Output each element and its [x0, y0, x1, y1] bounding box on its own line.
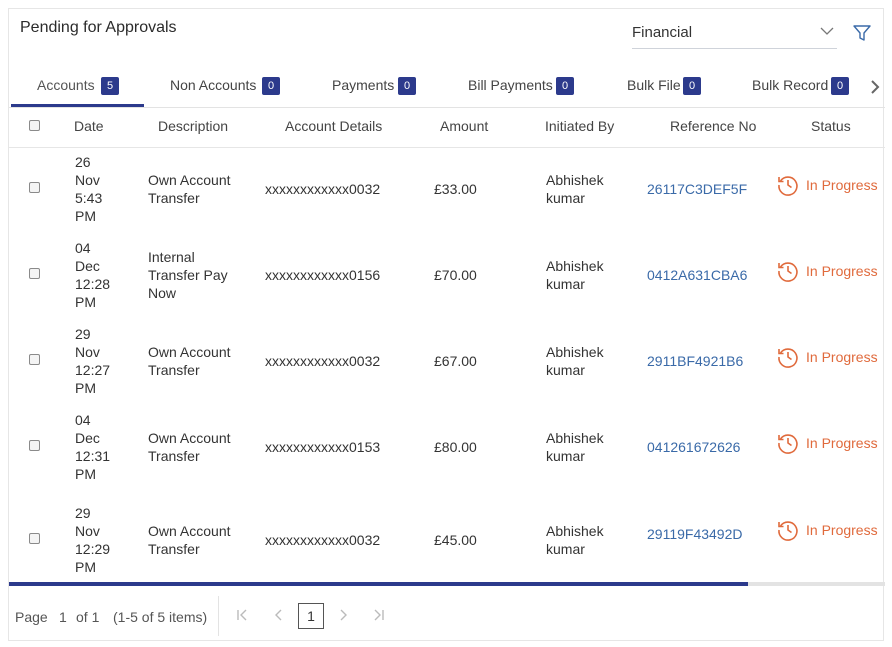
tab-label: Payments [332, 77, 395, 93]
description-cell: Own Account Transfer [148, 344, 231, 378]
account-cell: xxxxxxxxxxxx0156 [265, 267, 381, 283]
account-cell: xxxxxxxxxxxx0032 [265, 181, 381, 197]
tab-non-accounts[interactable]: Non Accounts 0 [169, 67, 289, 107]
next-page-icon[interactable] [335, 607, 351, 623]
tab-accounts[interactable]: Accounts 5 [11, 67, 144, 107]
reference-link[interactable]: 29119F43492D [647, 525, 742, 543]
reference-link[interactable]: 2911BF4921B6 [647, 352, 743, 370]
initiated-by-cell: Abhishek kumar [546, 430, 604, 464]
tab-bill-payments[interactable]: Bill Payments 0 [467, 67, 577, 107]
row-checkbox[interactable] [29, 533, 40, 544]
row-checkbox[interactable] [29, 268, 40, 279]
description-cell: Own Account Transfer [148, 523, 231, 557]
initiated-by-cell: Abhishek kumar [546, 344, 604, 378]
column-header-status: Status [811, 118, 851, 134]
tab-count-badge: 0 [262, 77, 280, 95]
date-cell: 29 Nov 12:29 PM [75, 505, 111, 575]
table-header: Date Description Account Details Amount … [9, 107, 885, 148]
column-header-reference-no: Reference No [670, 118, 757, 134]
table-row: 04 Dec 12:28 PM Internal Transfer Pay Now xxx… [9, 239, 885, 325]
tab-bulk-record[interactable]: Bulk Record 0 [751, 67, 851, 107]
chevron-down-icon [820, 27, 834, 35]
account-cell: xxxxxxxxxxxx0032 [265, 532, 381, 548]
date-cell: 04 Dec 12:31 PM [75, 412, 111, 482]
column-header-initiated-by: Initiated By [545, 118, 615, 134]
tab-count-badge: 5 [101, 77, 119, 95]
initiated-by-cell: Abhishek kumar [546, 172, 604, 206]
page-number-value: 1 [59, 609, 67, 625]
column-header-account-details: Account Details [285, 118, 383, 134]
reference-link[interactable]: 041261672626 [647, 438, 740, 456]
tab-label: Bulk File [627, 77, 681, 93]
amount-cell: £45.00 [434, 532, 477, 548]
initiated-by-cell: Abhishek kumar [546, 258, 604, 292]
tab-label: Non Accounts [170, 77, 257, 93]
clock-history-icon [778, 348, 798, 368]
clock-history-icon [778, 176, 798, 196]
initiated-by-cell: Abhishek kumar [546, 523, 604, 557]
amount-cell: £67.00 [434, 353, 477, 369]
reference-link[interactable]: 0412A631CBA6 [647, 266, 747, 284]
horizontal-scrollbar[interactable] [9, 582, 885, 586]
tab-bar: Accounts 5 Non Accounts 0 Payments 0 Bil… [9, 67, 885, 108]
tab-label: Accounts [37, 77, 95, 93]
column-header-description: Description [158, 118, 229, 134]
chevron-right-icon[interactable] [865, 77, 885, 97]
row-checkbox[interactable] [29, 182, 40, 193]
prev-page-icon[interactable] [271, 607, 287, 623]
date-cell: 04 Dec 12:28 PM [75, 240, 111, 310]
account-cell: xxxxxxxxxxxx0032 [265, 353, 381, 369]
page-title: Pending for Approvals [20, 19, 177, 36]
page-of-label: of 1 [76, 609, 100, 625]
tab-count-badge: 0 [398, 77, 416, 95]
last-page-icon[interactable] [371, 607, 387, 623]
category-select[interactable]: Financial [632, 15, 837, 49]
description-cell: Own Account Transfer [148, 430, 231, 464]
date-cell: 26 Nov 5:43 PM [75, 154, 103, 224]
table-row: 04 Dec 12:31 PM Own Account Transfer xxxxxxx… [9, 411, 885, 497]
category-select-value: Financial [632, 24, 693, 41]
description-cell: Own Account Transfer [148, 172, 231, 206]
clock-history-icon [778, 434, 798, 454]
amount-cell: £80.00 [434, 439, 477, 455]
page-label: Page [15, 609, 48, 625]
clock-history-icon [778, 521, 798, 541]
select-all-checkbox[interactable] [29, 120, 40, 131]
current-page-button[interactable]: 1 [298, 603, 324, 629]
column-header-amount: Amount [440, 118, 489, 134]
tab-count-badge: 0 [683, 77, 701, 95]
items-range-label: (1-5 of 5 items) [113, 609, 208, 625]
amount-cell: £70.00 [434, 267, 477, 283]
amount-cell: £33.00 [434, 181, 477, 197]
table-row: 26 Nov 5:43 PM Own Account Transfer xxxxxxxx… [9, 153, 885, 239]
approvals-panel: Pending for Approvals Financial Accounts… [8, 8, 885, 642]
table-row: 29 Nov 12:27 PM Own Account Transfer xxxxxxx… [9, 325, 885, 411]
column-header-date: Date [74, 118, 104, 134]
first-page-icon[interactable] [234, 607, 250, 623]
tab-bulk-file[interactable]: Bulk File 0 [626, 67, 706, 107]
clock-history-icon [778, 262, 798, 282]
date-cell: 29 Nov 12:27 PM [75, 326, 111, 396]
row-checkbox[interactable] [29, 440, 40, 451]
table-row: 29 Nov 12:29 PM Own Account Transfer xxxxxxx… [9, 504, 885, 582]
row-checkbox[interactable] [29, 354, 40, 365]
scrollbar-thumb[interactable] [9, 582, 748, 586]
description-cell: Internal Transfer Pay Now [148, 249, 228, 301]
tab-count-badge: 0 [556, 77, 574, 95]
tab-label: Bill Payments [468, 77, 553, 93]
reference-link[interactable]: 26117C3DEF5F [647, 180, 747, 198]
tab-label: Bulk Record [752, 77, 829, 93]
pagination: Page 1 of 1 (1-5 of 5 items) 1 [9, 587, 885, 642]
filter-icon[interactable] [852, 23, 872, 43]
tab-payments[interactable]: Payments 0 [331, 67, 421, 107]
tab-count-badge: 0 [831, 77, 849, 95]
account-cell: xxxxxxxxxxxx0153 [265, 439, 381, 455]
pager-divider [218, 596, 219, 636]
